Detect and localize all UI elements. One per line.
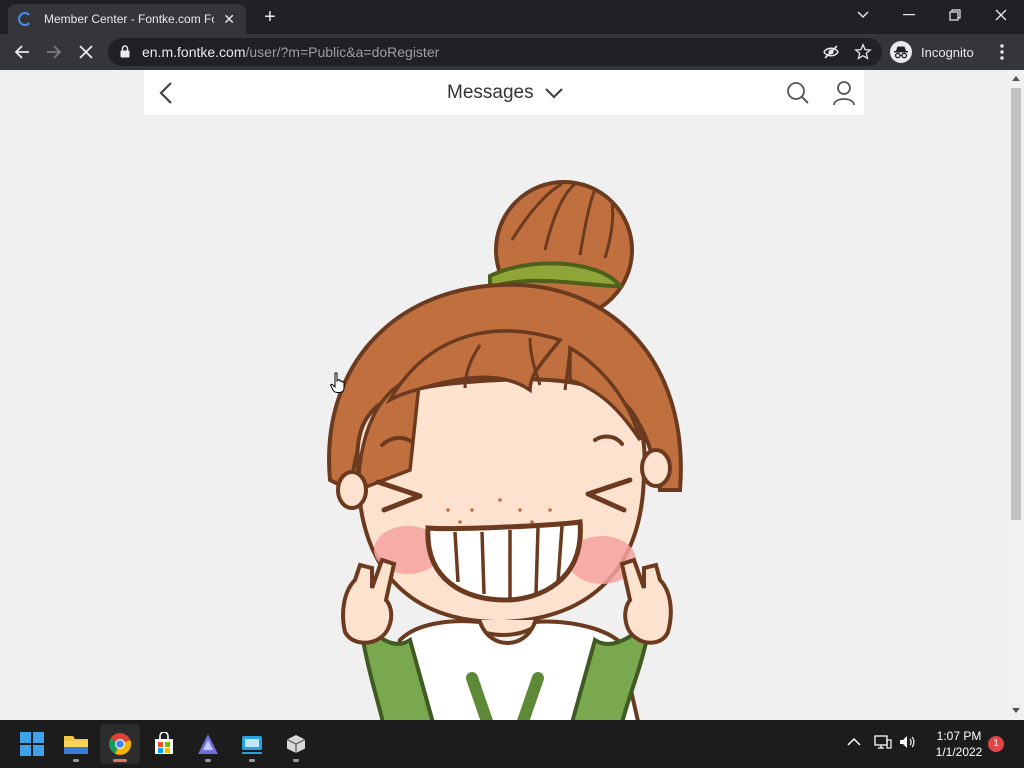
incognito-icon [890,41,912,63]
back-icon[interactable] [156,81,176,105]
network-icon[interactable] [874,734,892,750]
close-icon [79,45,93,59]
star-icon[interactable] [854,43,872,61]
chevron-up-icon[interactable] [846,734,862,750]
taskbar-store[interactable] [144,724,184,764]
header-dropdown[interactable]: Messages [447,82,564,104]
tab-title: Member Center - Fontke.com Fo [44,12,215,26]
browser-tab-strip: Member Center - Fontke.com Fo ✕ + [0,0,1024,34]
cube-app-icon [286,735,306,753]
close-window-button[interactable] [978,0,1024,30]
clock-time: 1:07 PM [936,729,982,743]
arrow-left-icon [14,45,29,59]
window-app-icon [242,736,262,754]
forward-button[interactable] [42,40,66,64]
tab-search-button[interactable] [840,0,886,30]
notification-badge[interactable]: 1 [988,736,1004,752]
close-icon [995,9,1007,21]
user-icon[interactable] [832,80,856,106]
scroll-up-icon[interactable] [1012,76,1020,81]
page-viewport: Messages [0,70,1024,720]
minimize-icon [903,14,915,16]
site-header: Messages [144,70,864,115]
folder-icon [64,736,88,754]
restore-icon [949,9,961,21]
lock-icon[interactable] [120,45,130,58]
incognito-label: Incognito [921,44,974,60]
incognito-profile-button[interactable]: Incognito [890,38,974,66]
loading-spinner-icon [18,12,32,26]
taskbar-app-5[interactable] [232,724,272,764]
url-host: en.m.fontke.com [142,44,246,60]
chevron-down-icon [857,11,869,18]
new-tab-button[interactable]: + [258,6,282,30]
more-vertical-icon[interactable] [994,42,1010,62]
restore-button[interactable] [932,0,978,30]
hand-cursor-icon [330,372,345,393]
page-scrollbar[interactable] [1008,70,1024,720]
taskbar-app-6[interactable] [276,724,316,764]
taskbar-clock[interactable]: 1:07 PM 1/1/2022 [926,728,992,760]
taskbar-file-explorer[interactable] [56,724,96,764]
clock-date: 1/1/2022 [935,745,983,759]
store-icon [155,732,173,754]
cartoon-girl-illustration [327,180,683,720]
triangle-app-icon [198,734,218,754]
browser-tab[interactable]: Member Center - Fontke.com Fo ✕ [8,4,246,34]
address-bar[interactable]: en.m.fontke.com/user/?m=Public&a=doRegis… [108,38,882,66]
chrome-icon [109,733,132,755]
volume-icon[interactable] [898,734,916,750]
eye-off-icon[interactable] [822,43,840,61]
chevron-down-icon [544,88,563,99]
stop-loading-button[interactable] [74,40,98,64]
url-path: /user/?m=Public&a=doRegister [245,44,440,60]
browser-toolbar: en.m.fontke.com/user/?m=Public&a=doRegis… [0,34,1024,70]
start-button[interactable] [12,724,52,764]
taskbar-chrome[interactable] [100,724,140,764]
windows-logo-icon [20,732,44,756]
taskbar-app-4[interactable] [188,724,228,764]
back-button[interactable] [10,40,34,64]
windows-taskbar: 1:07 PM 1/1/2022 1 [0,720,1024,768]
page-title: Messages [447,82,534,103]
search-icon[interactable] [786,81,810,105]
scrollbar-thumb[interactable] [1011,88,1021,520]
minimize-button[interactable] [886,0,932,30]
url-text[interactable]: en.m.fontke.com/user/?m=Public&a=doRegis… [142,44,439,60]
tab-close-icon[interactable]: ✕ [222,11,236,28]
arrow-right-icon [47,45,62,59]
scroll-down-icon[interactable] [1012,708,1020,713]
